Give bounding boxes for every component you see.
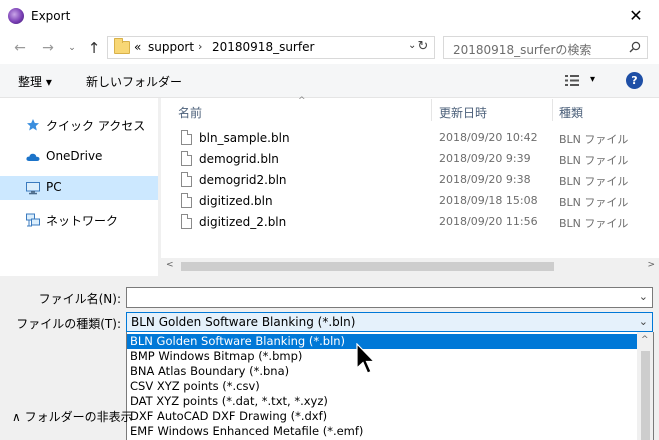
- mouse-pointer-icon: [356, 343, 376, 374]
- breadcrumb-overflow[interactable]: «: [134, 40, 141, 54]
- filetype-option[interactable]: EMF Windows Enhanced Metafile (*.emf): [127, 424, 637, 439]
- organize-menu[interactable]: 整理 ▾: [18, 73, 52, 90]
- file-date: 2018/09/20 11:56: [439, 215, 538, 228]
- address-bar[interactable]: « support › 20180918_surfer ⌄: [107, 36, 435, 59]
- view-dropdown-icon[interactable]: ▾: [590, 74, 595, 85]
- filetype-option[interactable]: BLN Golden Software Blanking (*.bln): [127, 334, 637, 349]
- column-header-date[interactable]: 更新日時: [439, 104, 487, 121]
- filetype-option[interactable]: BNA Atlas Boundary (*.bna): [127, 364, 637, 379]
- column-header-type[interactable]: 種類: [559, 104, 583, 121]
- file-icon: [181, 214, 192, 229]
- file-type: BLN ファイル: [559, 196, 629, 209]
- sort-ascending-icon: ^: [298, 96, 306, 106]
- file-row[interactable]: demogrid.bln 2018/09/20 9:39 BLN ファイル: [161, 149, 659, 170]
- window-title: Export: [31, 9, 71, 23]
- file-name: bln_sample.bln: [199, 131, 290, 145]
- chevron-down-icon[interactable]: ⌄: [639, 315, 648, 328]
- computer-icon: [26, 182, 40, 195]
- file-row[interactable]: digitized_2.bln 2018/09/20 11:56 BLN ファイ…: [161, 212, 659, 233]
- new-folder-button[interactable]: 新しいフォルダー: [86, 73, 182, 90]
- search-icon[interactable]: [629, 41, 641, 53]
- scrollbar-thumb[interactable]: [181, 262, 554, 271]
- forward-button[interactable]: →: [38, 38, 58, 58]
- filename-field[interactable]: ⌄: [126, 287, 653, 308]
- filetype-option[interactable]: DAT XYZ points (*.dat, *.txt, *.xyz): [127, 394, 637, 409]
- file-name: digitized.bln: [199, 194, 273, 208]
- cloud-icon: [26, 153, 40, 161]
- filename-label: ファイル名(N):: [38, 292, 121, 306]
- file-date: 2018/09/20 10:42: [439, 131, 538, 144]
- file-name: demogrid.bln: [199, 152, 279, 166]
- file-date: 2018/09/18 15:08: [439, 194, 538, 207]
- search-placeholder: 20180918_surferの検索: [453, 43, 592, 57]
- up-folder-button[interactable]: ↑: [84, 38, 104, 58]
- file-name: demogrid2.bln: [199, 173, 287, 187]
- scroll-up-icon[interactable]: ^: [641, 335, 649, 345]
- file-type: BLN ファイル: [559, 175, 629, 188]
- help-icon[interactable]: ?: [626, 72, 643, 89]
- scrollbar-thumb[interactable]: [641, 351, 650, 440]
- title-bar: Export ✕: [0, 0, 659, 32]
- file-date: 2018/09/20 9:38: [439, 173, 531, 186]
- horizontal-scrollbar[interactable]: < >: [161, 258, 659, 275]
- sidebar-item-pc[interactable]: PC: [0, 176, 158, 200]
- sidebar-item-label: クイック アクセス: [46, 119, 146, 133]
- app-icon: [8, 8, 24, 24]
- filetype-select[interactable]: BLN Golden Software Blanking (*.bln) ⌄: [126, 312, 653, 332]
- column-divider[interactable]: [431, 99, 432, 121]
- scroll-right-icon[interactable]: >: [647, 260, 655, 270]
- file-type: BLN ファイル: [559, 217, 629, 230]
- network-icon: [26, 213, 40, 227]
- scroll-left-icon[interactable]: <: [166, 260, 174, 270]
- refresh-icon[interactable]: ↻: [413, 39, 433, 54]
- sidebar-item-quick-access[interactable]: クイック アクセス: [0, 113, 158, 137]
- navigation-pane: クイック アクセス OneDrive PC ネットワーク: [0, 98, 158, 276]
- sidebar-item-network[interactable]: ネットワーク: [0, 208, 158, 232]
- filetype-option[interactable]: DXF AutoCAD DXF Drawing (*.dxf): [127, 409, 637, 424]
- breadcrumb-support[interactable]: support: [148, 40, 194, 54]
- star-icon: [27, 119, 39, 131]
- filetype-option[interactable]: BMP Windows Bitmap (*.bmp): [127, 349, 637, 364]
- breadcrumb-separator[interactable]: ›: [198, 40, 202, 53]
- file-row[interactable]: digitized.bln 2018/09/18 15:08 BLN ファイル: [161, 191, 659, 212]
- recent-locations-dropdown[interactable]: ⌄: [62, 38, 82, 58]
- filetype-label: ファイルの種類(T):: [16, 317, 121, 331]
- sidebar-item-label: PC: [46, 180, 62, 194]
- sidebar-item-label: ネットワーク: [46, 214, 119, 228]
- search-input[interactable]: 20180918_surferの検索: [443, 36, 648, 59]
- file-icon: [181, 172, 192, 187]
- file-type: BLN ファイル: [559, 133, 629, 146]
- close-button[interactable]: ✕: [613, 0, 659, 32]
- file-type: BLN ファイル: [559, 154, 629, 167]
- filetype-option[interactable]: CSV XYZ points (*.csv): [127, 379, 637, 394]
- file-name: digitized_2.bln: [199, 215, 287, 229]
- file-icon: [181, 193, 192, 208]
- folder-icon: [114, 38, 130, 54]
- hide-folders-toggle[interactable]: ∧ フォルダーの非表示: [12, 408, 133, 425]
- filetype-dropdown-list: BLN Golden Software Blanking (*.bln) BMP…: [126, 332, 637, 440]
- file-icon: [181, 151, 192, 166]
- sidebar-item-onedrive[interactable]: OneDrive: [0, 145, 158, 169]
- file-row[interactable]: demogrid2.bln 2018/09/20 9:38 BLN ファイル: [161, 170, 659, 191]
- file-row[interactable]: bln_sample.bln 2018/09/20 10:42 BLN ファイル: [161, 128, 659, 149]
- chevron-down-icon[interactable]: ⌄: [639, 290, 648, 303]
- view-options-icon[interactable]: [565, 75, 579, 86]
- command-toolbar: 整理 ▾ 新しいフォルダー ▾ ?: [0, 64, 659, 98]
- column-divider[interactable]: [552, 99, 553, 121]
- column-header-name[interactable]: 名前: [178, 104, 202, 121]
- file-icon: [181, 130, 192, 145]
- file-date: 2018/09/20 9:39: [439, 152, 531, 165]
- breadcrumb-current[interactable]: 20180918_surfer: [212, 40, 314, 54]
- vertical-scrollbar[interactable]: ^: [637, 332, 654, 440]
- back-button[interactable]: ←: [10, 38, 30, 58]
- filetype-value: BLN Golden Software Blanking (*.bln): [131, 315, 356, 329]
- sidebar-item-label: OneDrive: [46, 149, 103, 163]
